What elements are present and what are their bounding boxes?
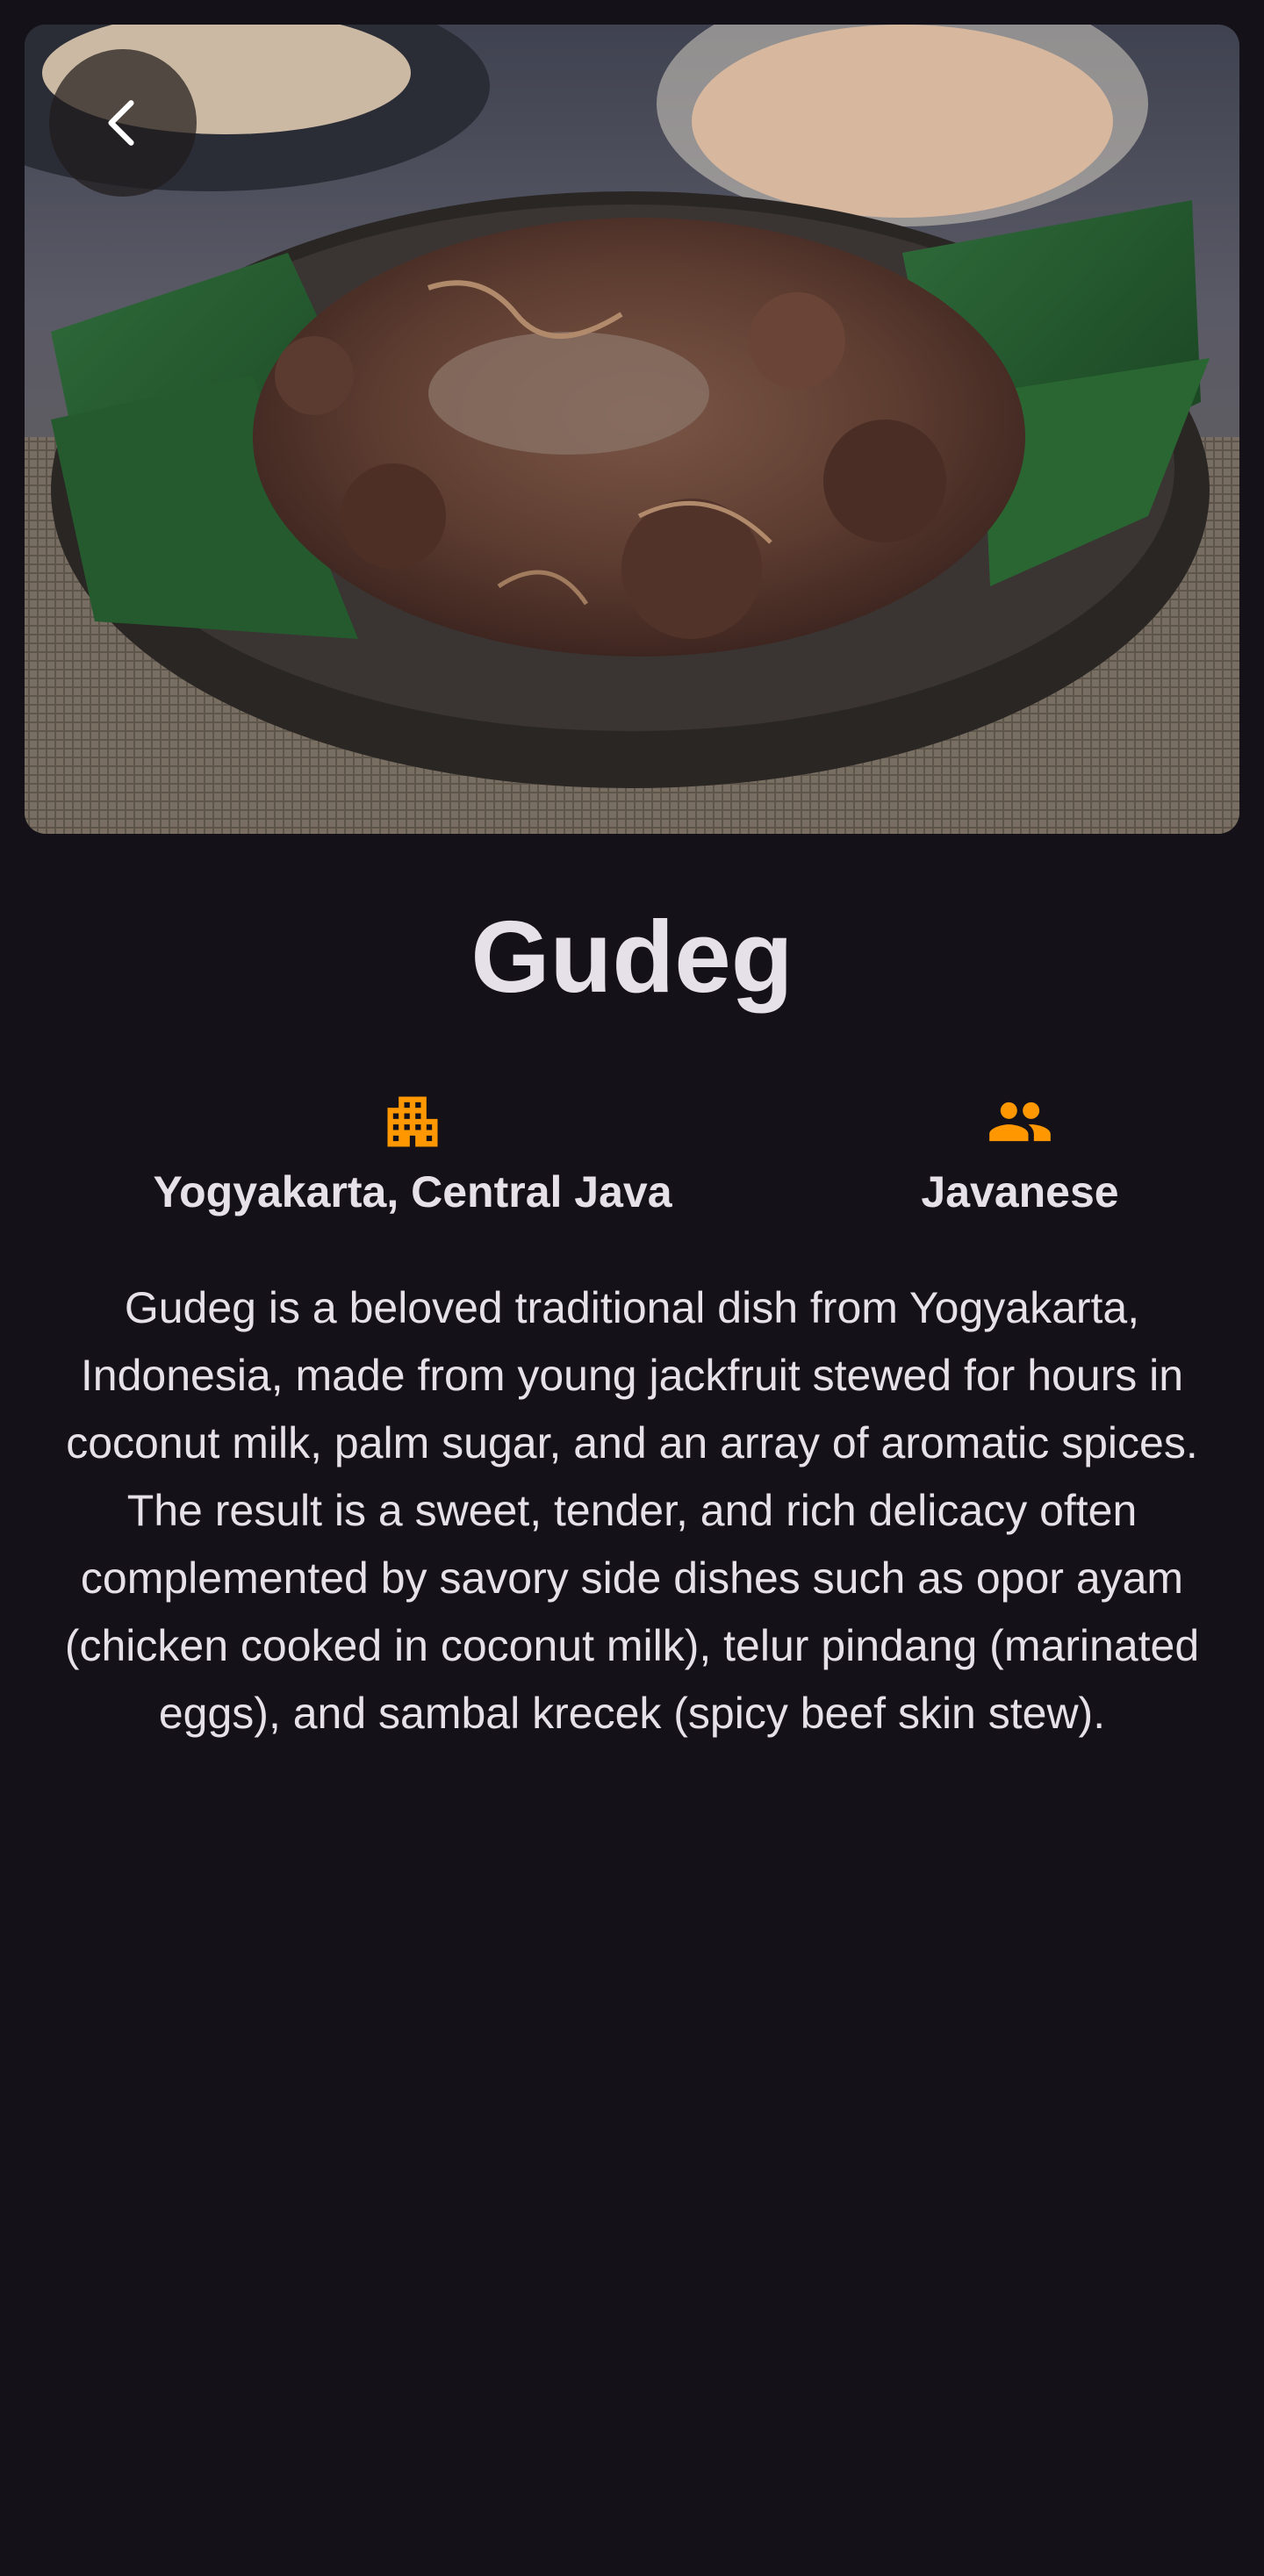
dish-hero-image [25, 25, 1239, 834]
back-button[interactable] [49, 49, 197, 197]
dish-title: Gudeg [470, 900, 794, 1014]
location-info: Yogyakarta, Central Java [140, 1088, 685, 1218]
apartment-building-icon [387, 1096, 438, 1147]
ethnicity-label: Javanese [921, 1167, 1119, 1216]
ethnicity-info: Javanese [878, 1088, 1162, 1218]
gudeg-photo [25, 25, 1239, 834]
dish-info-row: Yogyakarta, Central Java Javanese [0, 1088, 1264, 1220]
chevron-left-icon [108, 100, 134, 146]
location-label: Yogyakarta, Central Java [153, 1167, 672, 1216]
dish-description: Gudeg is a beloved traditional dish from… [64, 1283, 1200, 1738]
people-group-icon [989, 1101, 1051, 1142]
